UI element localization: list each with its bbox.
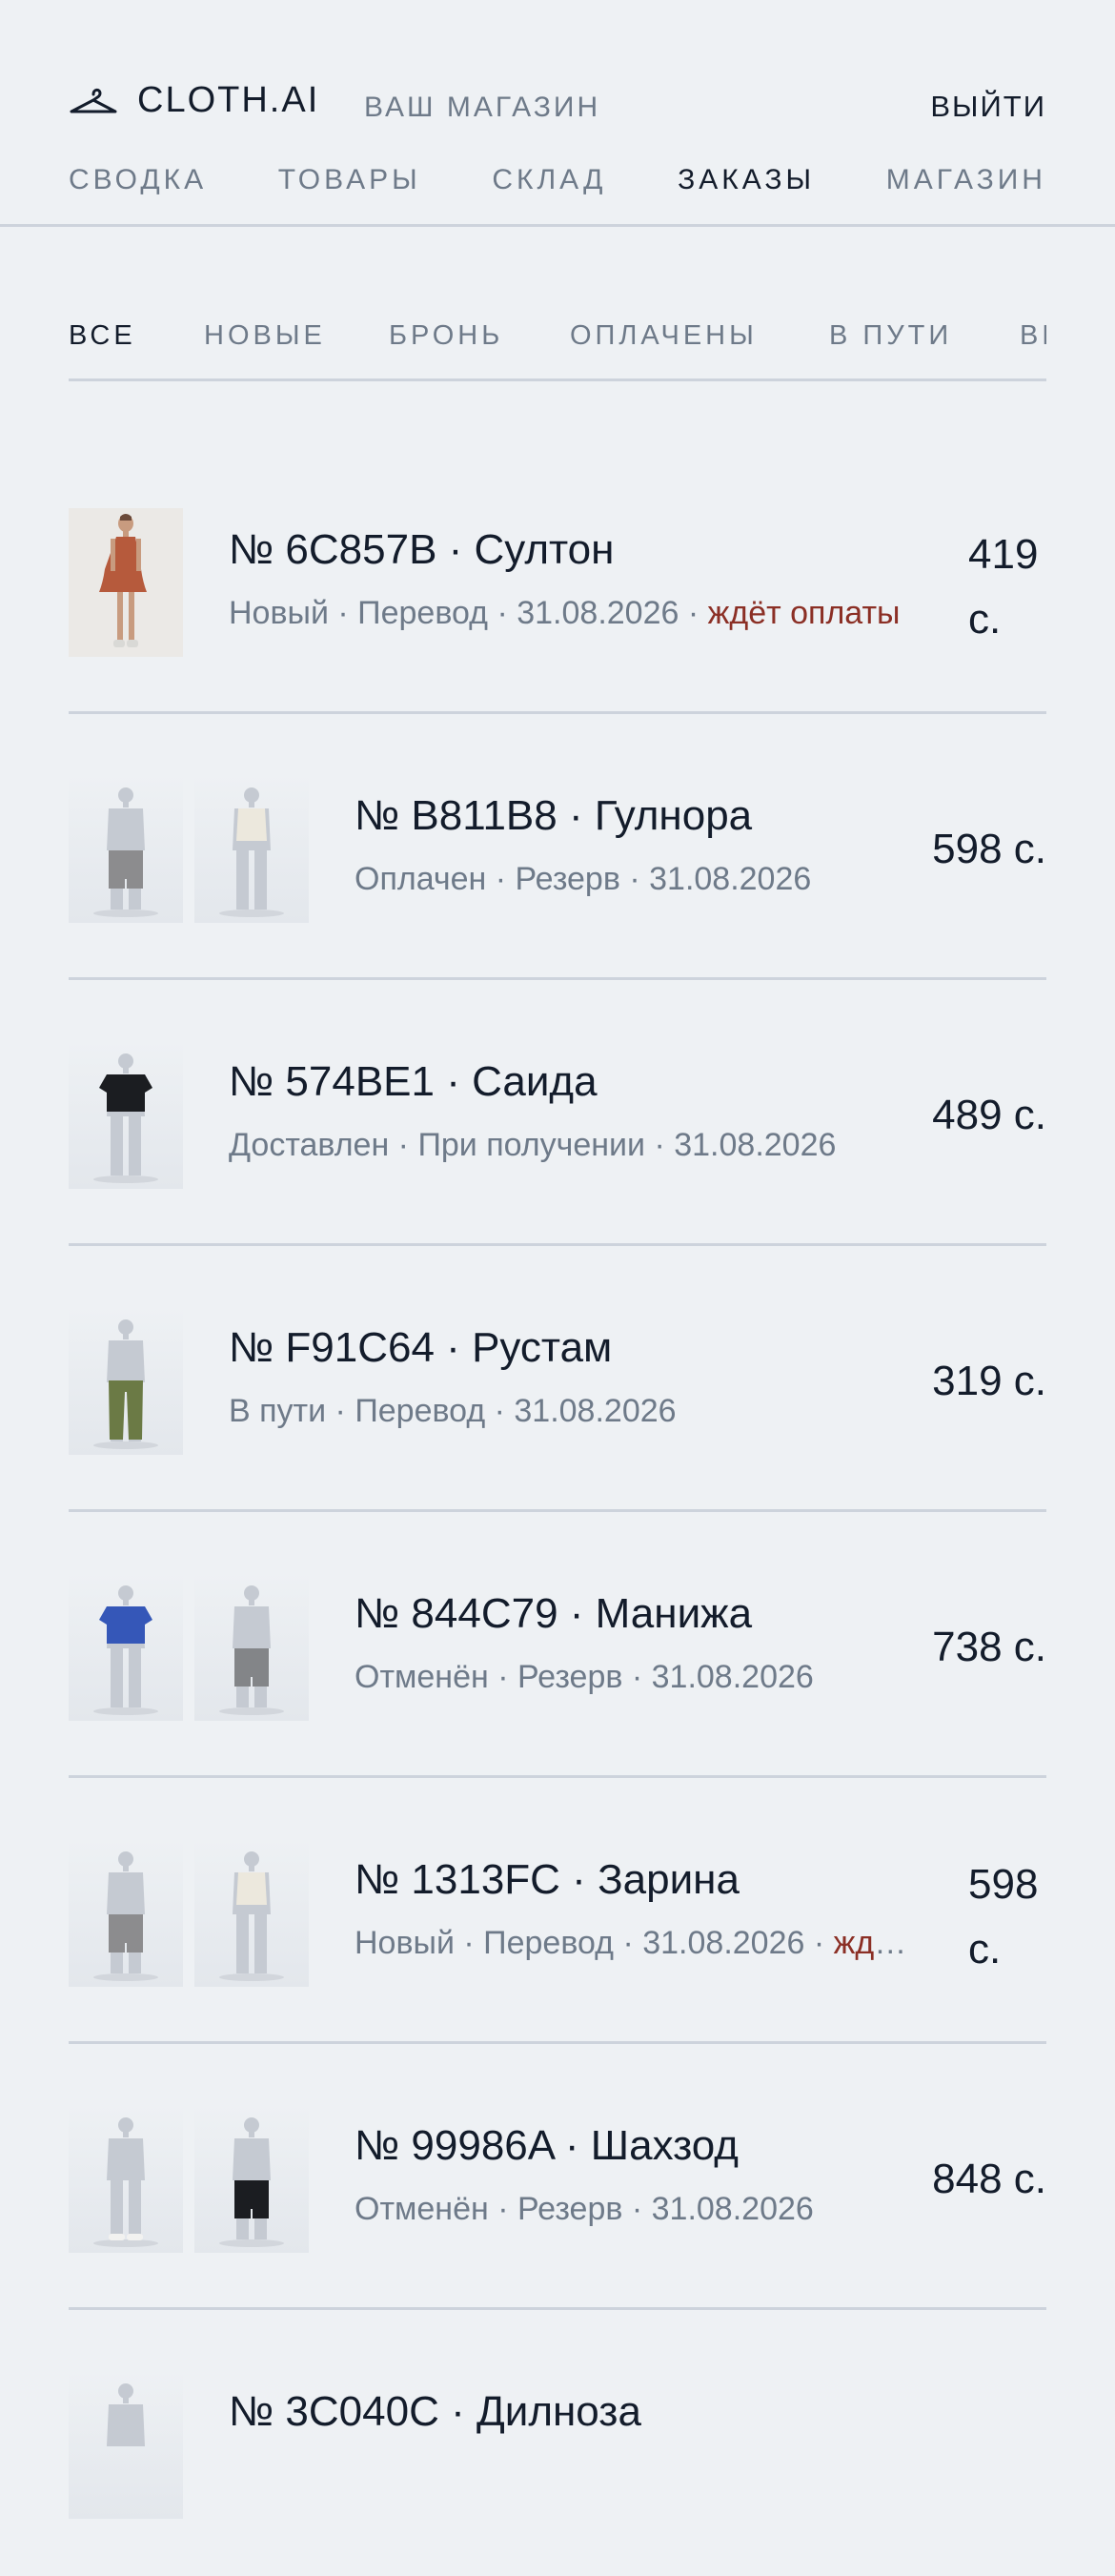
store-label: ВАШ МАГАЗИН: [364, 92, 601, 123]
order-meta: Оплачен · Резерв · 31.08.2026: [355, 861, 811, 898]
product-thumbnail: [69, 1040, 183, 1189]
order-meta-text: Оплачен · Резерв · 31.08.2026: [355, 861, 812, 897]
order-meta-text: Доставлен · При получении · 31.08.2026: [229, 1127, 837, 1163]
nav-warehouse[interactable]: СКЛАД: [492, 164, 606, 196]
filter-new[interactable]: НОВЫЕ: [204, 320, 326, 352]
order-price: 738 с.: [932, 1624, 1046, 1670]
order-thumbnails: [69, 774, 309, 923]
order-meta-text: Отменён · Резерв · 31.08.2026: [355, 2191, 814, 2227]
order-price: 319 с.: [932, 1358, 1046, 1404]
nav-store[interactable]: МАГАЗИН: [886, 164, 1046, 196]
order-title: № F91C64 · Рустам: [229, 1324, 613, 1371]
order-info: № 1313FC · Зарина Новый · Перевод · 31.0…: [355, 1856, 917, 1962]
order-row[interactable]: № 3C040C · Дилноза: [69, 2310, 1046, 2576]
product-thumbnail: [194, 2104, 309, 2253]
order-price: 419 с.: [968, 531, 1039, 643]
filter-in-transit[interactable]: В ПУТИ: [829, 320, 952, 352]
order-price: 598 с.: [968, 1861, 1039, 1973]
order-info: № 3C040C · Дилноза: [229, 2388, 641, 2436]
order-payment-warning: ждёт оплаты: [707, 595, 901, 631]
order-title: № 6C857B · Султон: [229, 526, 615, 573]
product-thumbnail: [69, 508, 183, 657]
nav-summary[interactable]: СВОДКА: [69, 164, 207, 196]
hanger-icon: [69, 85, 118, 117]
product-thumbnail: [69, 2104, 183, 2253]
order-meta: Отменён · Резерв · 31.08.2026: [355, 1659, 814, 1696]
filter-all[interactable]: ВСЕ: [69, 320, 136, 352]
order-title: № 3C040C · Дилноза: [229, 2388, 641, 2435]
order-info: № 844C79 · Манижа Отменён · Резерв · 31.…: [355, 1590, 814, 1696]
order-filter-tabs: ВСЕ НОВЫЕ БРОНЬ ОПЛАЧЕНЫ В ПУТИ ВЫДАНЫ: [69, 315, 1046, 381]
order-thumbnails: [69, 1040, 183, 1189]
order-title: № 574BE1 · Саида: [229, 1058, 598, 1105]
order-thumbnails: [69, 2370, 183, 2519]
order-thumbnails: [69, 508, 183, 657]
order-row[interactable]: № 99986A · Шахзод Отменён · Резерв · 31.…: [69, 2044, 1046, 2310]
order-title: № 99986A · Шахзод: [355, 2122, 739, 2169]
order-price: 489 с.: [932, 1092, 1046, 1138]
nav-products[interactable]: ТОВАРЫ: [278, 164, 421, 196]
order-info: № B811B8 · Гулнора Оплачен · Резерв · 31…: [355, 792, 811, 898]
order-row[interactable]: № F91C64 · Рустам В пути · Перевод · 31.…: [69, 1246, 1046, 1512]
order-price: 598 с.: [932, 826, 1046, 872]
logout-button[interactable]: ВЫЙТИ: [930, 90, 1046, 124]
order-row[interactable]: № B811B8 · Гулнора Оплачен · Резерв · 31…: [69, 714, 1046, 980]
order-meta-text: Новый · Перевод · 31.08.2026 ·: [229, 595, 708, 631]
product-thumbnail: [194, 1838, 309, 1987]
product-thumbnail: [69, 1306, 183, 1455]
nav-orders[interactable]: ЗАКАЗЫ: [678, 164, 815, 196]
product-thumbnail: [69, 1572, 183, 1721]
order-row[interactable]: № 1313FC · Зарина Новый · Перевод · 31.0…: [69, 1778, 1046, 2044]
order-title: № 844C79 · Манижа: [355, 1590, 753, 1637]
filter-delivered[interactable]: ВЫДАНЫ: [1020, 320, 1046, 352]
order-meta-text: Новый · Перевод · 31.08.2026 ·: [355, 1925, 834, 1961]
order-thumbnails: [69, 2104, 309, 2253]
product-thumbnail: [194, 1572, 309, 1721]
order-meta-text: В пути · Перевод · 31.08.2026: [229, 1393, 677, 1429]
order-title: № B811B8 · Гулнора: [355, 792, 753, 839]
order-thumbnails: [69, 1838, 309, 1987]
brand-name: CLOTH.AI: [137, 80, 320, 120]
order-row[interactable]: № 574BE1 · Саида Доставлен · При получен…: [69, 980, 1046, 1246]
order-meta: Отменён · Резерв · 31.08.2026: [355, 2191, 814, 2228]
order-thumbnails: [69, 1306, 183, 1455]
order-info: № 99986A · Шахзод Отменён · Резерв · 31.…: [355, 2122, 814, 2228]
product-thumbnail: [194, 774, 309, 923]
order-row[interactable]: № 6C857B · Султон Новый · Перевод · 31.0…: [69, 448, 1046, 714]
order-info: № F91C64 · Рустам В пути · Перевод · 31.…: [229, 1324, 677, 1430]
order-payment-warning: ждёт оплаты: [833, 1925, 917, 1961]
order-info: № 574BE1 · Саида Доставлен · При получен…: [229, 1058, 836, 1164]
order-meta-text: Отменён · Резерв · 31.08.2026: [355, 1659, 814, 1695]
product-thumbnail: [69, 2370, 183, 2519]
order-thumbnails: [69, 1572, 309, 1721]
app-header: CLOTH.AI ВАШ МАГАЗИН ВЫЙТИ СВОДКА ТОВАРЫ…: [0, 0, 1115, 227]
order-meta: Новый · Перевод · 31.08.2026 · ждёт опла…: [229, 595, 917, 632]
order-meta: В пути · Перевод · 31.08.2026: [229, 1393, 677, 1430]
order-title: № 1313FC · Зарина: [355, 1856, 740, 1903]
order-meta: Новый · Перевод · 31.08.2026 · ждёт опла…: [355, 1925, 917, 1962]
order-meta: Доставлен · При получении · 31.08.2026: [229, 1127, 836, 1164]
main-nav: СВОДКА ТОВАРЫ СКЛАД ЗАКАЗЫ МАГАЗИН: [69, 164, 1046, 196]
filter-reserved[interactable]: БРОНЬ: [389, 320, 503, 352]
order-price: 848 с.: [932, 2156, 1046, 2202]
filter-paid[interactable]: ОПЛАЧЕНЫ: [570, 320, 758, 352]
orders-list: № 6C857B · Султон Новый · Перевод · 31.0…: [69, 448, 1046, 2576]
product-thumbnail: [69, 1838, 183, 1987]
product-thumbnail: [69, 774, 183, 923]
order-info: № 6C857B · Султон Новый · Перевод · 31.0…: [229, 526, 917, 632]
brand[interactable]: CLOTH.AI: [69, 80, 319, 121]
order-row[interactable]: № 844C79 · Манижа Отменён · Резерв · 31.…: [69, 1512, 1046, 1778]
